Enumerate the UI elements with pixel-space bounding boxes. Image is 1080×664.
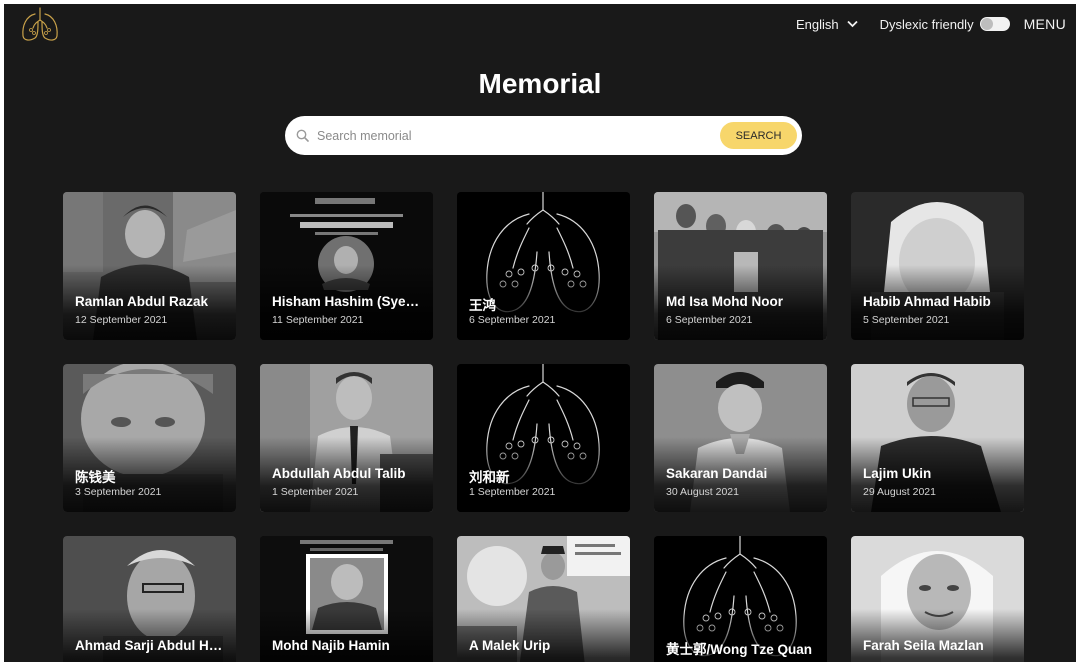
card-name: 王鸿: [469, 298, 496, 313]
card-name: Habib Ahmad Habib: [863, 294, 991, 309]
search-button[interactable]: SEARCH: [720, 122, 797, 149]
card-date: 3 September 2021: [75, 486, 162, 498]
card-name: Md Isa Mohd Noor: [666, 294, 783, 309]
search-bar: SEARCH: [285, 116, 802, 155]
card-name: Ramlan Abdul Razak: [75, 294, 209, 309]
memorial-card[interactable]: Farah Seila Mazlan: [851, 536, 1024, 662]
card-name: Sakaran Dandai: [666, 466, 768, 481]
card-date: 1 September 2021: [272, 486, 359, 498]
search-input[interactable]: [317, 116, 720, 155]
memorial-card[interactable]: Md Isa Mohd Noor 6 September 2021: [654, 192, 827, 340]
toggle-knob: [980, 18, 993, 30]
dyslexic-toggle-group: Dyslexic friendly: [880, 17, 1010, 32]
card-name: Farah Seila Mazlan: [863, 638, 984, 653]
dyslexic-label: Dyslexic friendly: [879, 16, 974, 32]
memorial-card[interactable]: 陈钱美 3 September 2021: [63, 364, 236, 512]
card-date: 1 September 2021: [469, 486, 556, 498]
memorial-card[interactable]: Lajim Ukin 29 August 2021: [851, 364, 1024, 512]
card-name: 陈钱美: [75, 470, 116, 485]
card-overlay: [457, 609, 630, 662]
top-nav: English Dyslexic friendly MENU: [796, 14, 1066, 34]
search-icon: [296, 129, 309, 142]
card-name: Abdullah Abdul Talib: [272, 466, 406, 481]
card-name: 刘和新: [469, 470, 510, 485]
card-date: 5 September 2021: [863, 314, 950, 326]
card-overlay: [851, 609, 1024, 662]
card-date: 6 September 2021: [469, 314, 556, 326]
card-overlay: [63, 609, 236, 662]
card-overlay: [260, 609, 433, 662]
card-name: Hisham Hashim (Syekh): [272, 294, 423, 309]
chevron-down-icon: [847, 20, 858, 28]
page-frame: English Dyslexic friendly MENU Memorial …: [4, 4, 1076, 662]
memorial-card[interactable]: Abdullah Abdul Talib 1 September 2021: [260, 364, 433, 512]
card-name: A Malek Urip: [469, 638, 551, 653]
card-date: 11 September 2021: [272, 314, 364, 326]
card-date: 6 September 2021: [666, 314, 753, 326]
language-select[interactable]: English: [796, 17, 858, 32]
memorial-card[interactable]: Ramlan Abdul Razak 12 September 2021: [63, 192, 236, 340]
memorial-card[interactable]: 黄士郭/Wong Tze Quan: [654, 536, 827, 662]
page-title: Memorial: [478, 68, 602, 99]
memorial-card[interactable]: A Malek Urip: [457, 536, 630, 662]
language-label: English: [796, 16, 839, 32]
card-name: Ahmad Sarji Abdul Hamid: [75, 638, 226, 653]
card-name: Lajim Ukin: [863, 466, 932, 481]
memorial-card[interactable]: Mohd Najib Hamin: [260, 536, 433, 662]
memorial-card[interactable]: 刘和新 1 September 2021: [457, 364, 630, 512]
memorial-card[interactable]: Hisham Hashim (Syekh) 11 September 2021: [260, 192, 433, 340]
dyslexic-toggle[interactable]: [979, 17, 1010, 31]
card-date: 29 August 2021: [863, 486, 936, 498]
memorial-card[interactable]: Habib Ahmad Habib 5 September 2021: [851, 192, 1024, 340]
lungs-logo-icon[interactable]: [20, 6, 60, 44]
memorial-card[interactable]: 王鸿 6 September 2021: [457, 192, 630, 340]
card-name: Mohd Najib Hamin: [272, 638, 390, 653]
memorial-card[interactable]: Ahmad Sarji Abdul Hamid: [63, 536, 236, 662]
card-date: 30 August 2021: [666, 486, 739, 498]
card-date: 12 September 2021: [75, 314, 168, 326]
memorial-card[interactable]: Sakaran Dandai 30 August 2021: [654, 364, 827, 512]
menu-button[interactable]: MENU: [1024, 16, 1066, 32]
card-name: 黄士郭/Wong Tze Quan: [666, 642, 812, 657]
